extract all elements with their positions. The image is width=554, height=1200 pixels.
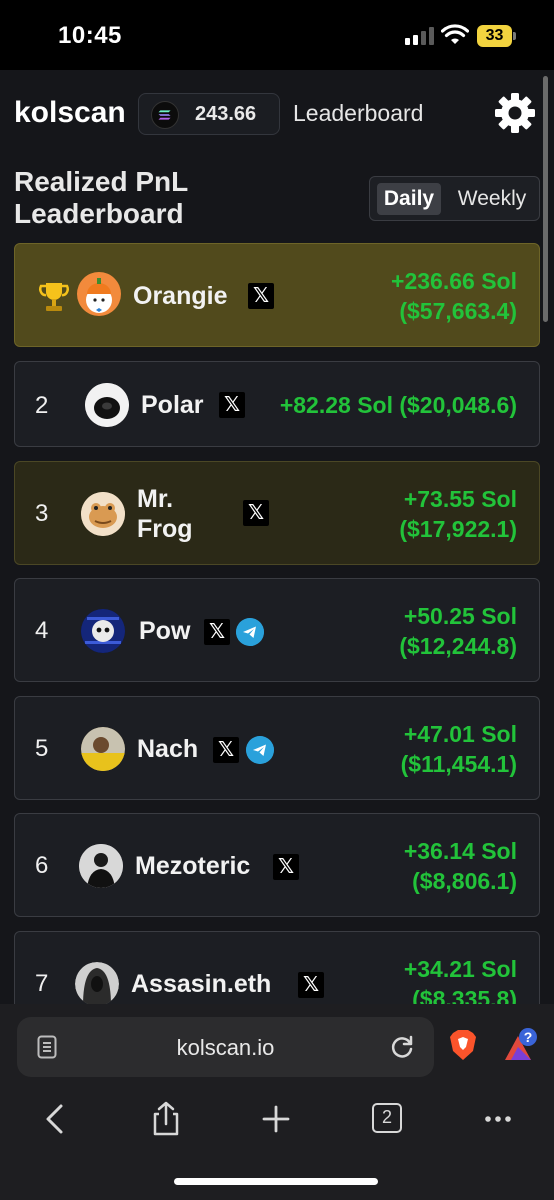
trader-name[interactable]: Polar	[141, 390, 204, 420]
x-twitter-icon[interactable]: 𝕏	[219, 392, 245, 418]
trader-name[interactable]: Orangie	[133, 281, 227, 311]
avatar-pow	[81, 609, 125, 653]
rank-number: 7	[35, 970, 49, 997]
brave-shields-icon[interactable]	[449, 1029, 477, 1061]
avatar-mr-frog	[81, 492, 125, 536]
settings-gear-icon[interactable]	[494, 92, 536, 134]
reload-icon[interactable]	[389, 1034, 415, 1060]
rank-number: 6	[35, 852, 49, 879]
sol-price-chip: 243.66	[138, 93, 280, 135]
leaderboard-row[interactable]: Orangie 𝕏 +236.66 Sol ($57,663.4)	[14, 243, 540, 347]
tabs-button[interactable]: 2	[368, 1099, 408, 1139]
browser-chrome: kolscan.io ? 2	[0, 1004, 554, 1200]
web-page[interactable]: kolscan 243.66 Leaderboard Realized PnL …	[0, 70, 554, 1004]
rewards-badge: ?	[524, 1029, 533, 1045]
pnl-value: +50.25 Sol ($12,244.8)	[399, 601, 517, 661]
tab-weekly[interactable]: Weekly	[450, 183, 534, 215]
trader-name[interactable]: Mr. Frog	[137, 484, 193, 544]
sol-price: 243.66	[195, 103, 257, 125]
pnl-sol: +34.21 Sol	[403, 956, 517, 982]
x-twitter-icon[interactable]: 𝕏	[213, 737, 239, 763]
leaderboard-row[interactable]: 5 Nach 𝕏 +47.01 Sol ($11,454.1)	[14, 696, 540, 800]
trader-name[interactable]: Nach	[137, 734, 198, 764]
share-button[interactable]	[146, 1099, 186, 1139]
home-indicator[interactable]	[174, 1178, 378, 1185]
battery-level: 33	[477, 25, 512, 47]
pnl-value: +73.55 Sol ($17,922.1)	[399, 484, 517, 544]
page-title: Realized PnL Leaderboard	[14, 166, 188, 229]
pnl-sol: +50.25 Sol	[403, 603, 517, 629]
pnl-sol: +236.66 Sol	[391, 268, 517, 294]
pnl-usd: ($8,806.1)	[412, 868, 517, 894]
cellular-signal-icon	[405, 27, 435, 45]
back-button[interactable]	[36, 1099, 76, 1139]
leaderboard-row[interactable]: 7 Assasin.eth 𝕏 +34.21 Sol ($8,335.8)	[14, 931, 540, 1004]
avatar-nach	[81, 727, 125, 771]
site-header: kolscan 243.66 Leaderboard	[14, 92, 540, 138]
leaderboard-row[interactable]: 2 Polar 𝕏 +82.28 Sol ($20,048.6)	[14, 361, 540, 447]
avatar-orangie	[77, 272, 121, 316]
trader-name[interactable]: Assasin.eth	[131, 969, 271, 999]
leaderboard-row[interactable]: 3 Mr. Frog 𝕏 +73.55 Sol ($17,922.1)	[14, 461, 540, 565]
url-text: kolscan.io	[176, 1035, 275, 1060]
pnl-value: +236.66 Sol ($57,663.4)	[391, 266, 517, 326]
pnl-sol: +47.01 Sol	[403, 721, 517, 747]
wifi-icon	[441, 24, 469, 44]
x-twitter-icon[interactable]: 𝕏	[273, 854, 299, 880]
pnl-usd: ($17,922.1)	[399, 516, 517, 542]
period-toggle: Daily Weekly	[369, 176, 540, 221]
pnl-value: +36.14 Sol ($8,806.1)	[404, 836, 517, 896]
tab-count: 2	[372, 1103, 402, 1133]
avatar-assasin-eth	[75, 962, 119, 1004]
avatar-polar	[85, 383, 129, 427]
trader-name-line1: Mr.	[137, 485, 174, 513]
pnl-value: +47.01 Sol ($11,454.1)	[401, 719, 517, 779]
status-bar: 10:45 33	[0, 0, 554, 70]
status-time: 10:45	[58, 22, 122, 49]
rank-number: 4	[35, 617, 49, 644]
solana-icon	[151, 101, 179, 129]
address-bar[interactable]: kolscan.io	[17, 1017, 434, 1077]
pnl-value: +82.28 Sol ($20,048.6)	[279, 392, 517, 418]
tab-daily[interactable]: Daily	[377, 183, 441, 215]
site-logo[interactable]: kolscan	[14, 96, 126, 130]
pnl-sol: +36.14 Sol	[403, 838, 517, 864]
x-twitter-icon[interactable]: 𝕏	[243, 500, 269, 526]
nav-leaderboard-link[interactable]: Leaderboard	[293, 100, 423, 127]
pnl-sol: +73.55 Sol	[403, 486, 517, 512]
brave-rewards-icon[interactable]: ?	[501, 1026, 539, 1064]
telegram-icon[interactable]	[246, 736, 274, 764]
x-twitter-icon[interactable]: 𝕏	[248, 283, 274, 309]
trader-name-line2: Frog	[137, 515, 193, 543]
new-tab-button[interactable]	[256, 1099, 296, 1139]
trader-name[interactable]: Mezoteric	[135, 851, 250, 881]
leaderboard-row[interactable]: 4 Pow 𝕏 +50.25 Sol ($12,244.8)	[14, 578, 540, 682]
pnl-value: +34.21 Sol ($8,335.8)	[404, 954, 517, 1004]
pnl-usd: ($11,454.1)	[400, 751, 517, 777]
leaderboard-row[interactable]: 6 Mezoteric 𝕏 +36.14 Sol ($8,806.1)	[14, 813, 540, 917]
pnl-usd: ($12,244.8)	[399, 633, 517, 659]
x-twitter-icon[interactable]: 𝕏	[298, 972, 324, 998]
battery-icon: 33	[477, 25, 517, 47]
x-twitter-icon[interactable]: 𝕏	[204, 619, 230, 645]
trader-name[interactable]: Pow	[139, 616, 190, 646]
scrollbar[interactable]	[543, 76, 548, 322]
pnl-usd: ($57,663.4)	[399, 298, 517, 324]
rank-number: 3	[35, 500, 49, 527]
rank-number: 5	[35, 735, 49, 762]
telegram-icon[interactable]	[236, 618, 264, 646]
pnl-usd: ($8,335.8)	[412, 986, 517, 1004]
trophy-icon	[39, 283, 69, 311]
avatar-mezoteric	[79, 844, 123, 888]
rank-number: 2	[35, 392, 49, 419]
more-menu-button[interactable]	[478, 1099, 518, 1139]
